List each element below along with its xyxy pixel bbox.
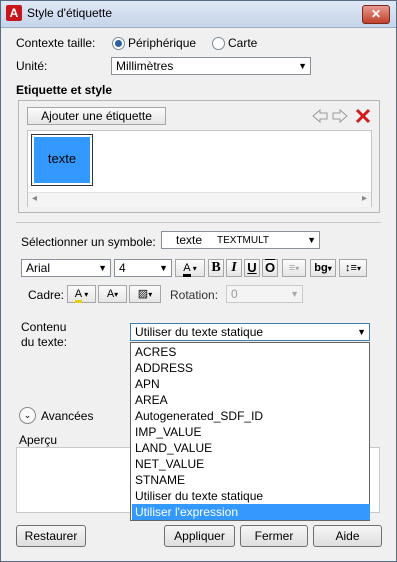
dropdown-option[interactable]: ACRES: [132, 344, 370, 360]
label-tile-preview: texte: [34, 137, 90, 183]
italic-button[interactable]: I: [226, 259, 242, 277]
section-title: Etiquette et style: [16, 83, 113, 97]
font-color-glyph: A: [183, 263, 191, 277]
radio-peripherique-label: Périphérique: [128, 36, 197, 50]
chevron-down-icon: ▼: [298, 61, 307, 71]
background-glyph: bg: [314, 262, 328, 274]
content-select-value: Utiliser du texte statique: [135, 325, 264, 339]
move-left-icon[interactable]: [311, 107, 329, 125]
symbol-value: TEXTMULT: [217, 235, 270, 246]
scroll-left-icon[interactable]: ◂: [32, 193, 37, 204]
font-color-button[interactable]: A ▾: [175, 259, 205, 277]
close-button[interactable]: Fermer: [240, 525, 308, 547]
chevron-down-icon: ▼: [159, 263, 168, 273]
chevron-down-icon: ▼: [357, 327, 366, 337]
autocad-logo-icon: A: [6, 5, 22, 21]
help-button[interactable]: Aide: [313, 525, 382, 547]
font-size-value: 4: [119, 261, 126, 275]
context-size-label: Contexte taille:: [16, 36, 96, 50]
unit-select-value: Millimètres: [116, 59, 174, 73]
dialog-window: A Style d'étiquette ✕ Contexte taille: P…: [0, 0, 397, 562]
apply-button[interactable]: Appliquer: [164, 525, 235, 547]
font-size-select[interactable]: 4 ▼: [114, 259, 172, 277]
content-dropdown-list: ACRES ADDRESS APN AREA Autogenerated_SDF_ID I…: [130, 342, 370, 521]
dropdown-option[interactable]: NET_VALUE: [132, 456, 370, 472]
reset-button[interactable]: Restaurer: [16, 525, 86, 547]
scroll-right-icon[interactable]: ▸: [362, 193, 367, 204]
add-label-button[interactable]: Ajouter une étiquette: [27, 107, 166, 125]
rotation-select[interactable]: 0 ▼: [226, 285, 303, 303]
delete-icon[interactable]: [354, 107, 372, 125]
close-window-button[interactable]: ✕: [362, 5, 390, 24]
frame-text-glyph: A: [74, 289, 83, 303]
preview-label: Aperçu: [19, 433, 58, 447]
divider: [16, 222, 381, 223]
symbol-label: Sélectionner un symbole:: [21, 235, 156, 249]
overline-button[interactable]: O: [262, 259, 278, 277]
unit-select[interactable]: Millimètres ▼: [111, 57, 311, 75]
dropdown-option[interactable]: Autogenerated_SDF_ID: [132, 408, 370, 424]
radio-carte-label: Carte: [228, 36, 258, 50]
symbol-sample: texte: [176, 233, 203, 247]
underline-button[interactable]: U: [244, 259, 260, 277]
label-list: texte ◂ ▸: [27, 130, 372, 207]
radio-carte[interactable]: [212, 37, 225, 50]
rotation-value: 0: [231, 287, 238, 301]
frame-text-color-button[interactable]: A ▾: [67, 285, 96, 303]
expand-chevron-icon[interactable]: ⌄: [19, 407, 36, 424]
chevron-down-icon: ▼: [307, 235, 316, 245]
dropdown-option[interactable]: ADDRESS: [132, 360, 370, 376]
dropdown-option[interactable]: LAND_VALUE: [132, 440, 370, 456]
content-select[interactable]: Utiliser du texte statique ▼: [130, 323, 370, 341]
title-bar: A Style d'étiquette ✕: [1, 1, 396, 28]
label-styles-panel: Ajouter une étiquette texte ◂ ▸: [18, 100, 380, 213]
frame-style-icon[interactable]: ▨▾: [129, 285, 161, 303]
dropdown-option[interactable]: AREA: [132, 392, 370, 408]
dropdown-option[interactable]: IMP_VALUE: [132, 424, 370, 440]
window-title: Style d'étiquette: [27, 6, 113, 20]
unit-label: Unité:: [16, 59, 48, 73]
align-icon[interactable]: ≡▾: [282, 259, 306, 277]
rotation-label: Rotation:: [170, 288, 219, 302]
bold-button[interactable]: B: [208, 259, 224, 277]
content-label-line2: du texte:: [21, 335, 68, 349]
chevron-down-icon: ▼: [98, 263, 107, 273]
frame-label: Cadre:: [28, 288, 65, 302]
font-family-value: Arial: [26, 261, 51, 275]
dropdown-option[interactable]: STNAME: [132, 472, 370, 488]
frame-fill-button[interactable]: A▾: [98, 285, 127, 303]
chevron-down-icon: ▼: [290, 289, 299, 299]
font-family-select[interactable]: Arial ▼: [21, 259, 111, 277]
dropdown-option[interactable]: Utiliser l'expression: [132, 504, 370, 520]
dropdown-option[interactable]: Utiliser du texte statique: [132, 488, 370, 504]
advanced-label[interactable]: Avancées: [41, 409, 93, 423]
radio-peripherique[interactable]: [112, 37, 125, 50]
background-button[interactable]: bg▾: [310, 259, 336, 277]
dropdown-option[interactable]: APN: [132, 376, 370, 392]
label-tile-frame[interactable]: texte: [31, 134, 93, 186]
symbol-select[interactable]: texte TEXTMULT ▼: [161, 231, 320, 249]
content-label-line1: Contenu: [21, 320, 67, 334]
move-right-icon[interactable]: [331, 107, 349, 125]
horizontal-scrollbar[interactable]: ◂ ▸: [28, 192, 371, 207]
line-spacing-icon[interactable]: ↕≡▾: [339, 259, 367, 277]
